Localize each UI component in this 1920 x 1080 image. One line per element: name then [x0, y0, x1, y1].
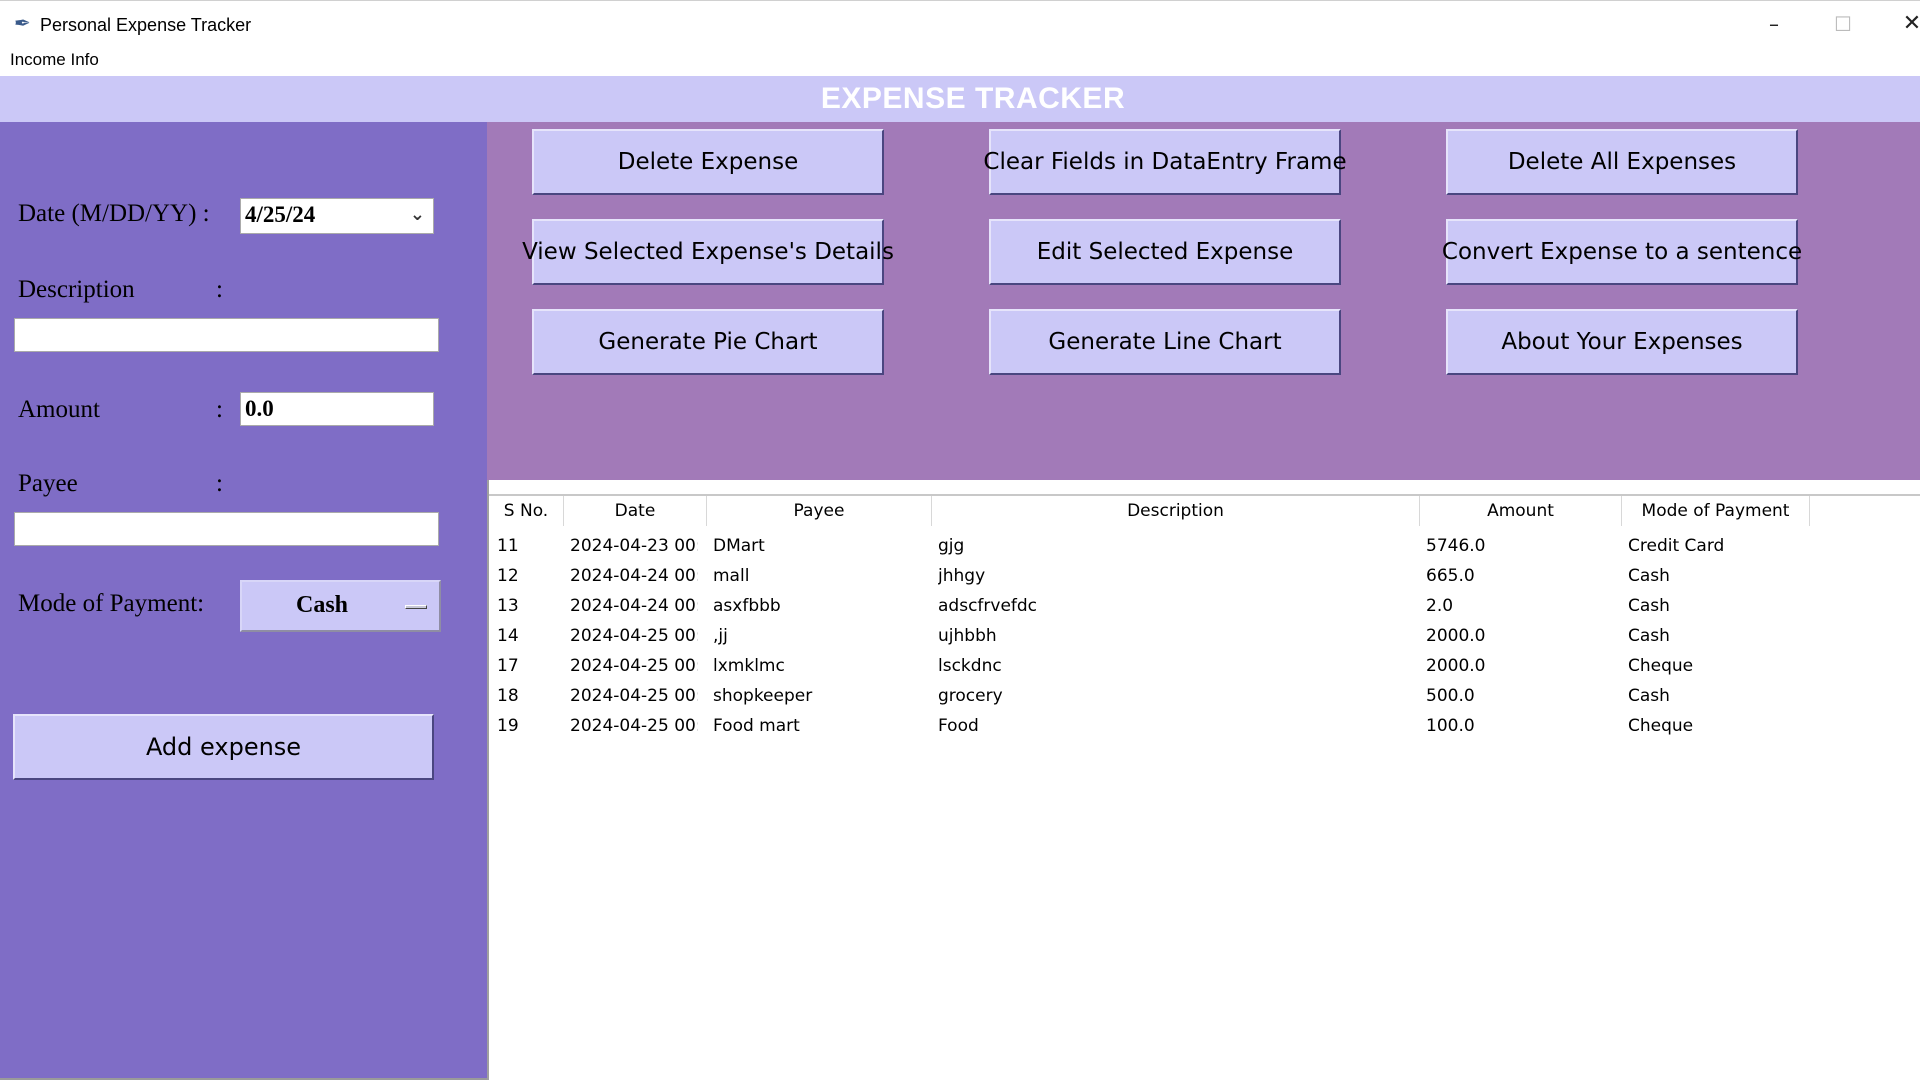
- amount-field[interactable]: 0.0: [240, 392, 434, 426]
- title-bar: ✒ Personal Expense Tracker – ☐ ✕: [0, 0, 1920, 46]
- cell-amount: 665.0: [1426, 566, 1475, 586]
- cell-mode: Cheque: [1628, 656, 1694, 676]
- cell-payee: lxmklmc: [713, 656, 785, 676]
- cell-payee: ,jj: [713, 626, 728, 646]
- cell-sno: 12: [497, 566, 519, 586]
- table-row[interactable]: 18 2024-04-25 00:00 shopkeeper grocery 500.0…: [489, 681, 1920, 711]
- page-title: EXPENSE TRACKER: [820, 82, 1126, 115]
- cell-sno: 14: [497, 626, 519, 646]
- feather-icon: ✒: [14, 11, 31, 35]
- cell-mode: Cash: [1628, 626, 1670, 646]
- column-header-amount[interactable]: Amount: [1420, 496, 1622, 526]
- cell-description: grocery: [938, 686, 1003, 706]
- cell-amount: 2000.0: [1426, 656, 1486, 676]
- minimize-icon[interactable]: –: [1754, 9, 1794, 39]
- view-details-button[interactable]: View Selected Expense's Details: [522, 219, 894, 285]
- edit-expense-button[interactable]: Edit Selected Expense: [989, 219, 1341, 285]
- cell-amount: 100.0: [1426, 716, 1475, 736]
- close-icon[interactable]: ✕: [1892, 9, 1920, 39]
- expenses-table[interactable]: S No. Date Payee Description Amount Mode…: [487, 480, 1920, 1080]
- table-row[interactable]: 19 2024-04-25 00:00 Food mart Food 100.0 Cheq…: [489, 711, 1920, 741]
- cell-description: adscfrvefdc: [938, 596, 1038, 616]
- amount-label: Amount: [18, 396, 100, 423]
- cell-sno: 18: [497, 686, 519, 706]
- description-field[interactable]: [14, 318, 439, 352]
- column-header-date[interactable]: Date: [564, 496, 707, 526]
- cell-mode: Cash: [1628, 566, 1670, 586]
- amount-colon: :: [216, 396, 223, 423]
- cell-description: Food: [938, 716, 979, 736]
- cell-mode: Cash: [1628, 686, 1670, 706]
- date-label: Date (M/DD/YY) :: [18, 200, 210, 227]
- column-header-description[interactable]: Description: [932, 496, 1420, 526]
- table-row[interactable]: 17 2024-04-25 00:00 lxmklmc lsckdnc 2000.0 Ch…: [489, 651, 1920, 681]
- cell-mode: Cheque: [1628, 716, 1694, 736]
- cell-description: lsckdnc: [938, 656, 1002, 676]
- payee-field[interactable]: [14, 512, 439, 546]
- column-header-payee[interactable]: Payee: [707, 496, 932, 526]
- delete-expense-button[interactable]: Delete Expense: [532, 129, 884, 195]
- mode-of-payment-label: Mode of Payment:: [18, 590, 205, 617]
- table-row[interactable]: 13 2024-04-24 00:00 asxfbbb adscfrvefdc 2.0 C…: [489, 591, 1920, 621]
- cell-sno: 19: [497, 716, 519, 736]
- cell-date: 2024-04-25 00:00: [570, 626, 698, 646]
- cell-payee: shopkeeper: [713, 686, 813, 706]
- maximize-icon[interactable]: ☐: [1823, 9, 1863, 39]
- cell-payee: Food mart: [713, 716, 800, 736]
- cell-description: jhhgy: [938, 566, 986, 586]
- description-label: Description: [18, 276, 135, 303]
- chevron-down-icon[interactable]: ⌄: [410, 199, 425, 231]
- cell-date: 2024-04-24 00:00: [570, 566, 698, 586]
- pie-chart-button[interactable]: Generate Pie Chart: [532, 309, 884, 375]
- cell-amount: 2000.0: [1426, 626, 1486, 646]
- clear-fields-button[interactable]: Clear Fields in DataEntry Frame: [983, 129, 1347, 195]
- convert-to-sentence-button[interactable]: Convert Expense to a sentence: [1442, 219, 1802, 285]
- table-row[interactable]: 11 2024-04-23 00:00 DMart gjg 5746.0 Credit C…: [489, 531, 1920, 561]
- amount-value: 0.0: [245, 396, 274, 421]
- cell-sno: 13: [497, 596, 519, 616]
- cell-amount: 500.0: [1426, 686, 1475, 706]
- add-expense-button[interactable]: Add expense: [13, 714, 434, 780]
- date-value: 4/25/24: [245, 202, 316, 227]
- description-colon: :: [216, 276, 223, 303]
- payee-colon: :: [216, 470, 223, 497]
- mode-of-payment-value: Cash: [295, 592, 349, 618]
- window-title: Personal Expense Tracker: [40, 15, 252, 35]
- actions-panel: Delete Expense Clear Fields in DataEntry…: [487, 122, 1920, 480]
- cell-description: gjg: [938, 536, 965, 556]
- table-row[interactable]: 14 2024-04-25 00:00 ,jj ujhbbh 2000.0 Cash: [489, 621, 1920, 651]
- cell-sno: 11: [497, 536, 519, 556]
- cell-payee: DMart: [713, 536, 765, 556]
- cell-sno: 17: [497, 656, 519, 676]
- cell-mode: Cash: [1628, 596, 1670, 616]
- cell-date: 2024-04-25 00:00: [570, 656, 698, 676]
- header-band: EXPENSE TRACKER: [0, 76, 1920, 122]
- menu-bar: Income Info: [0, 46, 1920, 76]
- cell-date: 2024-04-25 00:00: [570, 716, 698, 736]
- data-entry-panel: Date (M/DD/YY) : 4/25/24 ⌄ Description :…: [0, 122, 487, 1080]
- cell-date: 2024-04-23 00:00: [570, 536, 698, 556]
- cell-payee: mall: [713, 566, 750, 586]
- date-picker[interactable]: 4/25/24 ⌄: [240, 198, 434, 234]
- cell-amount: 5746.0: [1426, 536, 1486, 556]
- mode-of-payment-select[interactable]: Cash: [240, 580, 441, 632]
- cell-date: 2024-04-25 00:00: [570, 686, 698, 706]
- table-row[interactable]: 12 2024-04-24 00:00 mall jhhgy 665.0 Cash: [489, 561, 1920, 591]
- cell-mode: Credit Card: [1628, 536, 1725, 556]
- cell-payee: asxfbbb: [713, 596, 781, 616]
- menu-income-info[interactable]: Income Info: [10, 50, 99, 70]
- column-header-mode[interactable]: Mode of Payment: [1622, 496, 1810, 526]
- about-expenses-button[interactable]: About Your Expenses: [1446, 309, 1798, 375]
- option-indicator-icon: [405, 605, 427, 609]
- column-header-sno[interactable]: S No.: [489, 496, 564, 526]
- line-chart-button[interactable]: Generate Line Chart: [989, 309, 1341, 375]
- delete-all-expenses-button[interactable]: Delete All Expenses: [1446, 129, 1798, 195]
- payee-label: Payee: [18, 470, 78, 497]
- cell-date: 2024-04-24 00:00: [570, 596, 698, 616]
- cell-description: ujhbbh: [938, 626, 997, 646]
- cell-amount: 2.0: [1426, 596, 1454, 616]
